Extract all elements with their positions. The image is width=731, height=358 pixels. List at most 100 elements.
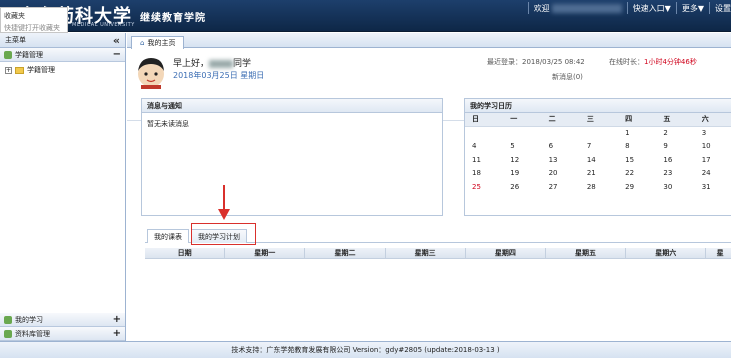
folder-icon — [15, 66, 24, 74]
calendar-day[interactable]: 8 — [618, 140, 656, 154]
calendar-day[interactable]: 23 — [656, 167, 694, 181]
tab-my-timetable[interactable]: 我的课表 — [147, 229, 189, 243]
enrollment-icon — [4, 50, 12, 59]
calendar-day[interactable]: 14 — [580, 153, 618, 167]
calendar-panel: 我的学习日历 日一二三四五六 1 2 3 4 5 6 7 8 9 10 11 12 13 14 15 16 17… — [464, 98, 731, 216]
expand-box-icon[interactable]: + — [5, 66, 12, 74]
weekday-header: 日 — [465, 113, 504, 127]
calendar-day — [465, 126, 503, 140]
calendar-day[interactable]: 15 — [618, 153, 656, 167]
sidebar-section-library[interactable]: 资料库管理 + — [0, 327, 125, 341]
calendar-day[interactable]: 13 — [542, 153, 580, 167]
weekday-header: 四 — [618, 113, 657, 127]
annotation-highlight-box — [191, 223, 256, 245]
timetable-column-header: 日期 — [145, 248, 226, 258]
calendar-day[interactable]: 11 — [465, 153, 503, 167]
avatar — [138, 58, 164, 89]
panel-title: 我的学习日历 — [465, 99, 731, 113]
quick-entry-menu[interactable]: 快速入口▼ — [633, 3, 671, 14]
calendar-table: 日一二三四五六 1 2 3 4 5 6 7 8 9 10 11 12 13 14 15 16 17 18 19 20 2… — [465, 113, 731, 194]
messages-empty: 暂无未读消息 — [147, 120, 189, 128]
tree-item-label: 学籍管理 — [27, 66, 55, 74]
calendar-day[interactable]: 6 — [542, 140, 580, 154]
calendar-day[interactable]: 4 — [465, 140, 503, 154]
calendar-day[interactable]: 2 — [656, 126, 694, 140]
calendar-day[interactable]: 22 — [618, 167, 656, 181]
section-label: 资料库管理 — [15, 329, 50, 338]
calendar-day[interactable]: 29 — [618, 180, 656, 194]
tab-label: 我的主页 — [147, 39, 176, 47]
welcome-text: 欢迎 — [534, 3, 622, 14]
timetable-header: 日期 星期一 星期二 星期三 星期四 星期五 星期六星 — [145, 248, 731, 259]
study-icon — [4, 315, 12, 324]
calendar-day — [542, 126, 580, 140]
calendar-day[interactable]: 9 — [656, 140, 694, 154]
annotation-arrow — [223, 185, 225, 211]
calendar-day[interactable]: 25 — [465, 180, 503, 194]
calendar-day[interactable]: 19 — [503, 167, 541, 181]
calendar-day[interactable]: 7 — [580, 140, 618, 154]
panel-title: 消息与通知 — [142, 99, 442, 113]
section-label: 学籍管理 — [15, 50, 43, 59]
favorites-hint: 快捷键打开收藏夹 — [4, 24, 60, 32]
calendar-day[interactable]: 3 — [695, 126, 731, 140]
last-login: 最近登录：2018/03/25 08:42 — [487, 58, 585, 66]
calendar-day[interactable]: 17 — [695, 153, 731, 167]
calendar-week-row: 11 12 13 14 15 16 17 — [465, 153, 731, 167]
more-menu[interactable]: 更多▼ — [682, 3, 704, 14]
weekday-header: 六 — [694, 113, 731, 127]
timetable-column-header: 星期六 — [626, 248, 707, 258]
calendar-day[interactable]: 27 — [542, 180, 580, 194]
sidebar-bottom-sections: 我的学习 + 资料库管理 + — [0, 313, 125, 341]
calendar-day[interactable]: 5 — [503, 140, 541, 154]
settings-link[interactable]: 设置 — [715, 3, 731, 14]
calendar-day[interactable]: 24 — [695, 167, 731, 181]
blurred-name — [209, 59, 234, 68]
tab-strip: ⌂ 我的主页 — [127, 33, 731, 49]
messages-panel: 消息与通知 暂无未读消息 — [141, 98, 443, 216]
current-date: 2018年03月25日 星期日 — [173, 71, 265, 80]
timetable-column-header: 星期三 — [386, 248, 466, 258]
calendar-day[interactable]: 28 — [580, 180, 618, 194]
sidebar-section-my-study[interactable]: 我的学习 + — [0, 313, 125, 327]
timetable-column-header: 星期一 — [225, 248, 306, 258]
sidebar: 主菜单 « 学籍管理 − + 学籍管理 我的学习 + 资料库管理 + — [0, 33, 126, 341]
school-subtitle: 继续教育学院 — [140, 13, 206, 24]
divider — [675, 2, 677, 14]
top-nav: 欢迎 快速入口▼ 更多▼ 设置 — [523, 2, 731, 14]
divider — [626, 2, 628, 14]
calendar-day — [503, 126, 541, 140]
divider — [709, 2, 710, 14]
tab-home[interactable]: ⌂ 我的主页 — [131, 36, 185, 49]
weekday-header: 五 — [656, 113, 695, 127]
calendar-week-row: 123 — [465, 126, 731, 140]
calendar-day[interactable]: 31 — [695, 180, 731, 194]
weekday-header: 二 — [541, 113, 580, 127]
tree-item-enrollment[interactable]: + 学籍管理 — [0, 62, 125, 78]
timetable-column-header: 星期四 — [466, 248, 546, 258]
new-messages-link[interactable]: 新消息(0) — [552, 72, 583, 82]
timetable-column-header: 星期五 — [546, 248, 627, 258]
collapse-sidebar-button[interactable]: « — [113, 34, 120, 47]
weekday-header: 三 — [579, 113, 619, 127]
calendar-day[interactable]: 10 — [695, 140, 731, 154]
calendar-day[interactable]: 26 — [503, 180, 541, 194]
sidebar-header: 主菜单 « — [0, 33, 125, 48]
calendar-day[interactable]: 20 — [542, 167, 580, 181]
expand-icon[interactable]: + — [113, 328, 121, 339]
favorites-popup[interactable]: 收藏夹 快捷键打开收藏夹 — [0, 7, 68, 33]
calendar-day[interactable]: 1 — [618, 126, 656, 140]
calendar-day[interactable]: 16 — [656, 153, 694, 167]
calendar-day[interactable]: 12 — [503, 153, 541, 167]
home-icon: ⌂ — [140, 39, 145, 47]
expand-icon[interactable]: + — [113, 314, 121, 325]
calendar-day[interactable]: 18 — [465, 167, 503, 181]
online-duration: 在线时长：1小时4分钟46秒 — [609, 58, 697, 66]
calendar-day[interactable]: 21 — [580, 167, 618, 181]
collapse-icon[interactable]: − — [113, 49, 121, 60]
sidebar-section-enrollment[interactable]: 学籍管理 − — [0, 48, 125, 62]
calendar-week-row: 18 19 20 21 22 23 24 — [465, 167, 731, 181]
sidebar-title: 主菜单 — [5, 36, 26, 44]
annotation-arrow-head — [218, 209, 230, 220]
calendar-day[interactable]: 30 — [656, 180, 694, 194]
